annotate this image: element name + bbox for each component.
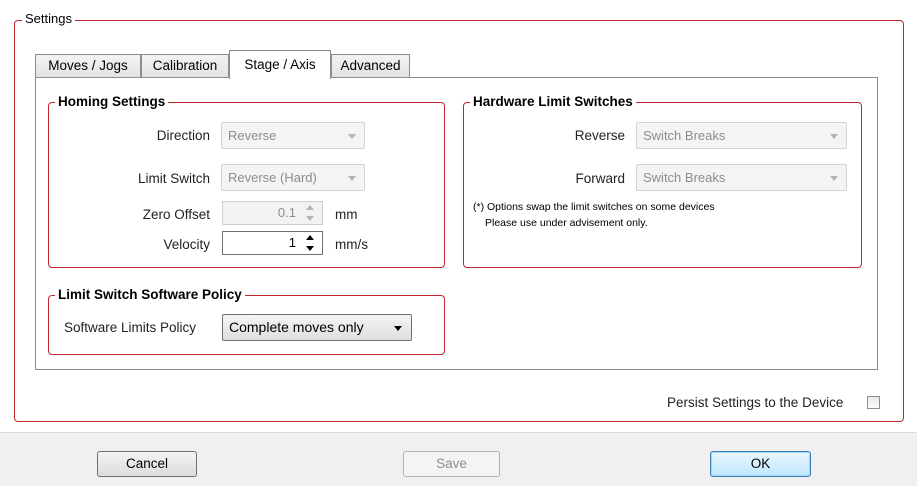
limit-switch-note-2: Please use under advisement only. xyxy=(485,217,648,229)
reverse-limit-dropdown: Switch Breaks xyxy=(636,122,847,149)
velocity-stepper[interactable]: 1 xyxy=(222,231,323,255)
zero-offset-label: Zero Offset xyxy=(142,207,210,222)
settings-group-title: Settings xyxy=(22,11,75,26)
reverse-label: Reverse xyxy=(574,128,625,143)
direction-dropdown: Reverse xyxy=(221,122,365,149)
direction-value: Reverse xyxy=(228,128,277,143)
software-policy-title: Limit Switch Software Policy xyxy=(55,287,245,302)
ok-button[interactable]: OK xyxy=(710,451,811,477)
persist-settings-label: Persist Settings to the Device xyxy=(667,395,844,410)
software-limits-policy-value: Complete moves only xyxy=(229,319,364,335)
limit-switch-value: Reverse (Hard) xyxy=(228,170,317,185)
save-button[interactable]: Save xyxy=(403,451,500,477)
tab-advanced[interactable]: Advanced xyxy=(331,54,410,78)
homing-settings-title: Homing Settings xyxy=(55,94,169,109)
zero-offset-value: 0.1 xyxy=(277,205,296,220)
reverse-limit-value: Switch Breaks xyxy=(643,128,726,143)
chevron-down-icon xyxy=(830,176,838,181)
zero-offset-stepper: 0.1 xyxy=(222,201,323,225)
velocity-value: 1 xyxy=(288,235,296,250)
zero-offset-unit: mm xyxy=(335,207,358,222)
chevron-down-icon xyxy=(348,134,356,139)
stepper-arrows-icon xyxy=(306,205,315,221)
direction-label: Direction xyxy=(156,128,210,143)
cancel-button[interactable]: Cancel xyxy=(97,451,197,477)
chevron-down-icon xyxy=(830,134,838,139)
tab-moves-jogs[interactable]: Moves / Jogs xyxy=(35,54,141,78)
velocity-label: Velocity xyxy=(163,237,210,252)
tab-calibration[interactable]: Calibration xyxy=(141,54,229,78)
software-limits-policy-label: Software Limits Policy xyxy=(64,320,197,335)
forward-label: Forward xyxy=(575,171,625,186)
stepper-arrows-icon[interactable] xyxy=(306,235,315,251)
limit-switch-note-1: (*) Options swap the limit switches on s… xyxy=(473,201,715,213)
velocity-unit: mm/s xyxy=(335,237,368,252)
limit-switch-dropdown: Reverse (Hard) xyxy=(221,164,365,191)
tab-stage-axis[interactable]: Stage / Axis xyxy=(229,50,331,79)
limit-switch-label: Limit Switch xyxy=(137,171,210,186)
persist-settings-checkbox[interactable] xyxy=(867,396,880,409)
forward-limit-value: Switch Breaks xyxy=(643,170,726,185)
chevron-down-icon xyxy=(348,176,356,181)
forward-limit-dropdown: Switch Breaks xyxy=(636,164,847,191)
hardware-limit-switches-title: Hardware Limit Switches xyxy=(470,94,636,109)
software-limits-policy-dropdown[interactable]: Complete moves only xyxy=(222,314,412,341)
chevron-down-icon xyxy=(394,326,402,331)
